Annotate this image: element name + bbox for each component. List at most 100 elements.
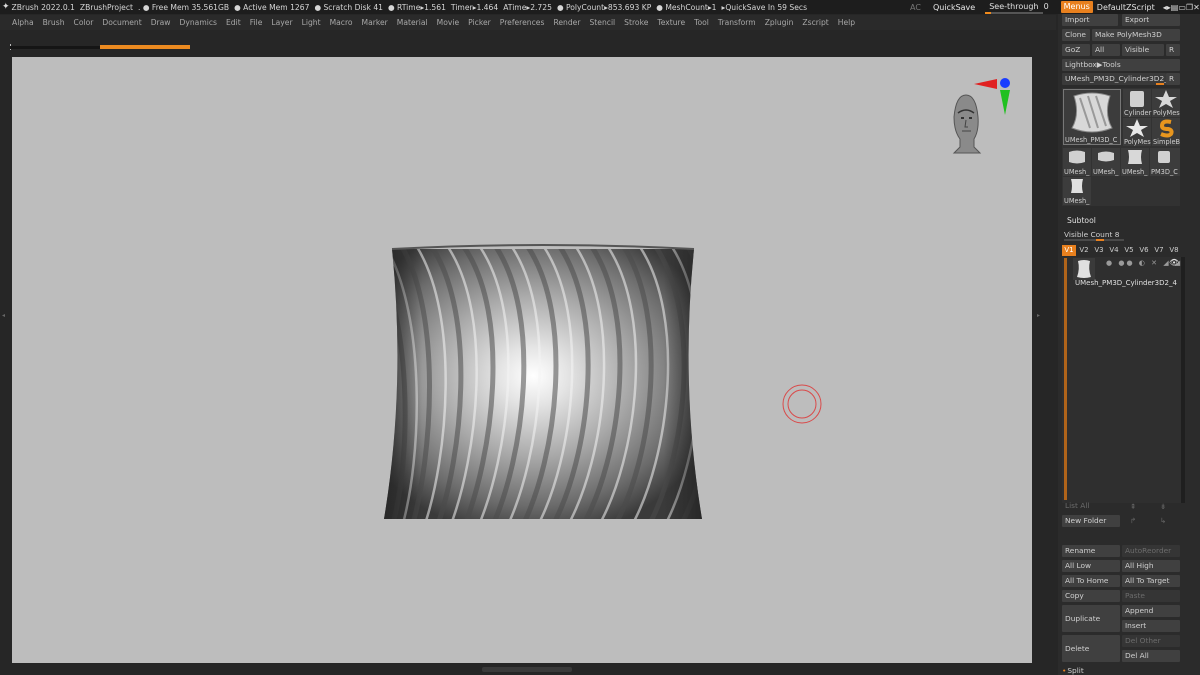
left-tray-handle[interactable]: ◂ <box>2 312 7 372</box>
zbrush-logo-icon[interactable]: ✦ <box>2 1 10 13</box>
tab-v8[interactable]: V8 <box>1167 245 1181 256</box>
tab-v7[interactable]: V7 <box>1152 245 1166 256</box>
tab-v3[interactable]: V3 <box>1092 245 1106 256</box>
menu-render[interactable]: Render <box>553 18 580 27</box>
split-subpalette[interactable]: Split <box>1062 666 1083 675</box>
restore-icon[interactable]: ❐ <box>1186 3 1193 12</box>
goz-all-button[interactable]: All <box>1092 44 1120 56</box>
menu-picker[interactable]: Picker <box>468 18 491 27</box>
duplicate-button[interactable]: Duplicate <box>1062 605 1120 632</box>
menu-tool[interactable]: Tool <box>694 18 709 27</box>
menu-marker[interactable]: Marker <box>362 18 388 27</box>
menu-zplugin[interactable]: Zplugin <box>765 18 794 27</box>
arrow-down-icon[interactable]: ⇟ <box>1160 502 1166 511</box>
rename-button[interactable]: Rename <box>1062 545 1120 557</box>
list-all-button[interactable]: List All <box>1062 500 1120 512</box>
make-polymesh-button[interactable]: Make PolyMesh3D <box>1092 29 1180 41</box>
append-button[interactable]: Append <box>1122 605 1180 617</box>
menu-brush[interactable]: Brush <box>43 18 65 27</box>
tab-v5[interactable]: V5 <box>1122 245 1136 256</box>
menu-stencil[interactable]: Stencil <box>589 18 615 27</box>
menu-preferences[interactable]: Preferences <box>500 18 545 27</box>
quicksave-button[interactable]: QuickSave <box>933 3 975 12</box>
menu-macro[interactable]: Macro <box>330 18 353 27</box>
tab-v4[interactable]: V4 <box>1107 245 1121 256</box>
tool-thumb-polymesh-star-2[interactable]: PolyMes <box>1123 118 1151 146</box>
see-through-slider[interactable]: See-through 0 <box>985 2 1049 14</box>
all-high-button[interactable]: All High <box>1122 560 1180 572</box>
menu-light[interactable]: Light <box>302 18 321 27</box>
arrow-up-icon[interactable]: ⇞ <box>1130 502 1136 511</box>
shelf-active-segment[interactable] <box>100 45 190 49</box>
menu-material[interactable]: Material <box>397 18 428 27</box>
layout-icon[interactable]: ▤ <box>1171 3 1179 12</box>
current-tool-name[interactable]: UMesh_PM3D_Cylinder3D2_4 <box>1062 73 1166 85</box>
eye-icon[interactable]: 👁 <box>1169 258 1179 267</box>
del-other-button[interactable]: Del Other <box>1122 635 1180 647</box>
import-button[interactable]: Import <box>1062 14 1118 26</box>
tool-thumb-umesh-main[interactable]: UMesh_PM3D_C <box>1063 89 1121 145</box>
menu-movie[interactable]: Movie <box>437 18 459 27</box>
tool-thumb-umesh-2[interactable]: UMesh_ <box>1092 148 1120 176</box>
menu-file[interactable]: File <box>250 18 263 27</box>
goz-button[interactable]: GoZ <box>1062 44 1090 56</box>
move-down-icon[interactable]: ↳ <box>1160 516 1166 525</box>
move-up-icon[interactable]: ↱ <box>1130 516 1136 525</box>
del-all-button[interactable]: Del All <box>1122 650 1180 662</box>
goz-r-button[interactable]: R <box>1166 44 1180 56</box>
menu-draw[interactable]: Draw <box>151 18 171 27</box>
menu-help[interactable]: Help <box>838 18 855 27</box>
menu-color[interactable]: Color <box>74 18 94 27</box>
delete-button[interactable]: Delete <box>1062 635 1120 662</box>
tab-v2[interactable]: V2 <box>1077 245 1091 256</box>
top-shelf-strip[interactable] <box>10 44 190 52</box>
menu-stroke[interactable]: Stroke <box>624 18 648 27</box>
copy-button[interactable]: Copy <box>1062 590 1120 602</box>
twisted-cylinder-mesh[interactable] <box>372 244 715 527</box>
tab-v6[interactable]: V6 <box>1137 245 1151 256</box>
tool-thumb-simplebrush[interactable]: SimpleB <box>1152 118 1180 146</box>
document-canvas[interactable] <box>12 57 1032 663</box>
all-to-home-button[interactable]: All To Home <box>1062 575 1120 587</box>
menu-transform[interactable]: Transform <box>718 18 756 27</box>
insert-button[interactable]: Insert <box>1122 620 1180 632</box>
all-low-button[interactable]: All Low <box>1062 560 1120 572</box>
minimize-icon[interactable]: ▭ <box>1178 3 1186 12</box>
subtool-item-thumb[interactable] <box>1073 258 1095 280</box>
menu-alpha[interactable]: Alpha <box>12 18 34 27</box>
menu-texture[interactable]: Texture <box>657 18 685 27</box>
tool-thumb-umesh-4[interactable]: UMesh_ <box>1063 177 1091 205</box>
ac-toggle[interactable]: AC <box>910 3 921 12</box>
subtool-item-name[interactable]: UMesh_PM3D_Cylinder3D2_4 <box>1075 279 1177 287</box>
axis-gizmo[interactable] <box>974 78 1010 115</box>
export-button[interactable]: Export <box>1122 14 1180 26</box>
all-to-target-button[interactable]: All To Target <box>1122 575 1180 587</box>
menu-document[interactable]: Document <box>102 18 141 27</box>
new-folder-button[interactable]: New Folder <box>1062 515 1120 527</box>
menu-edit[interactable]: Edit <box>226 18 241 27</box>
visible-count-slider-knob[interactable] <box>1096 239 1104 241</box>
bottom-tray-handle[interactable] <box>482 667 572 672</box>
menus-toggle[interactable]: Menus <box>1060 1 1093 13</box>
arrows-left-right-icon[interactable]: ◂▸ <box>1163 3 1171 12</box>
tool-thumb-pm3d[interactable]: PM3D_C <box>1150 148 1180 176</box>
lightbox-tools-button[interactable]: Lightbox▶Tools <box>1062 59 1180 71</box>
tool-thumb-umesh-1[interactable]: UMesh_ <box>1063 148 1091 176</box>
subtool-list-slider[interactable] <box>1064 258 1067 500</box>
goz-visible-button[interactable]: Visible <box>1122 44 1164 56</box>
right-tray-handle[interactable]: ▸ <box>1037 312 1042 372</box>
close-icon[interactable]: ✕ <box>1193 3 1200 12</box>
clone-button[interactable]: Clone <box>1062 29 1090 41</box>
menu-layer[interactable]: Layer <box>271 18 292 27</box>
tool-thumb-umesh-3[interactable]: UMesh_ <box>1121 148 1149 176</box>
tool-thumb-polymesh-star[interactable]: PolyMes <box>1152 89 1180 117</box>
tab-v1[interactable]: V1 <box>1062 245 1076 256</box>
subtool-header[interactable]: Subtool <box>1062 216 1182 228</box>
tool-thumb-cylinder[interactable]: Cylinder <box>1123 89 1151 117</box>
subtool-scrollbar[interactable] <box>1181 257 1185 503</box>
visible-count-slider[interactable] <box>1064 239 1124 241</box>
autoreorder-button[interactable]: AutoReorder <box>1122 545 1180 557</box>
current-tool-r-button[interactable]: R <box>1166 73 1180 85</box>
navigation-head-gizmo[interactable] <box>952 94 982 154</box>
menu-dynamics[interactable]: Dynamics <box>180 18 217 27</box>
